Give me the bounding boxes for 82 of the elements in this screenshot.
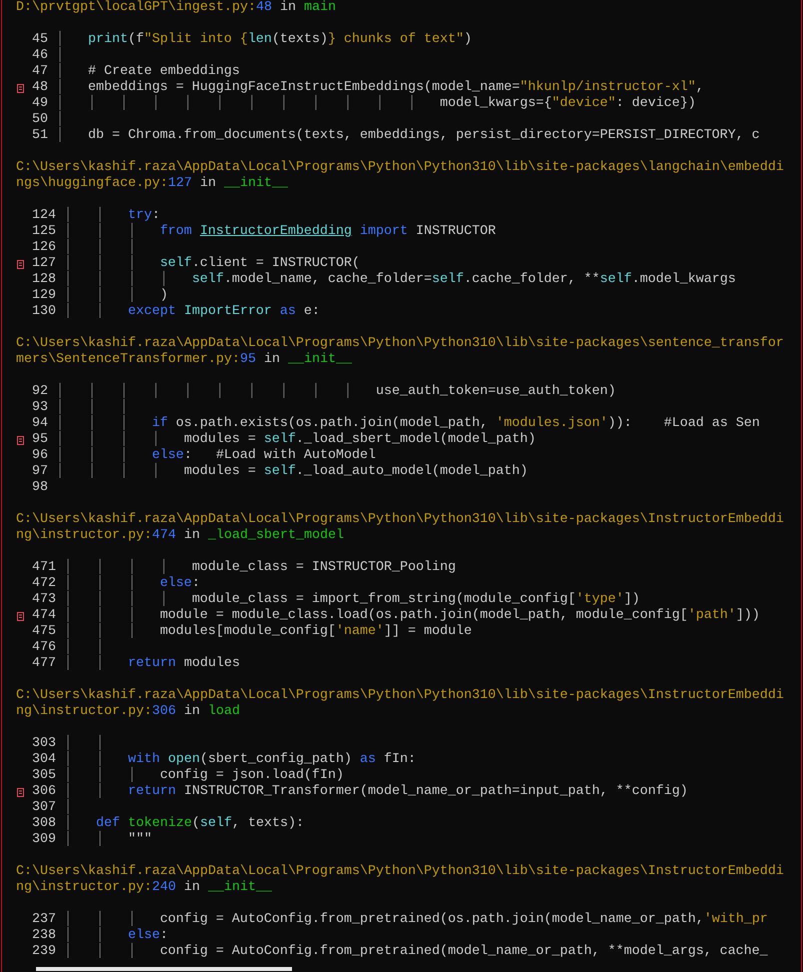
line-number: 124 <box>32 208 56 224</box>
code-text: │ │ │ <box>64 240 136 255</box>
line-number: 471 <box>32 560 56 576</box>
code-text: │ │ │ module = module_class.load(os.path.join(model_path, module_config['path'])) <box>64 608 760 623</box>
line-number: 476 <box>32 640 56 656</box>
line-number: 94 <box>32 416 48 432</box>
scrollbar-thumb[interactable] <box>36 967 292 971</box>
code-text: │ │ │ else: <box>64 576 200 591</box>
code-text: │ │ │ ) <box>64 288 168 303</box>
code-text: │ │ │ │ module_class = import_from_string(module_config['type']) <box>64 592 640 607</box>
code-text: │ │ """ <box>64 832 152 848</box>
line-number: 51 <box>32 128 48 144</box>
line-number: 93 <box>32 400 48 416</box>
line-number: 305 <box>32 768 56 784</box>
line-number: 97 <box>32 464 48 480</box>
code-text: │ │ except ImportError as e: <box>64 304 320 320</box>
line-number: 126 <box>32 240 56 256</box>
code-text: │ │ │ config = json.load(fIn) <box>64 768 344 783</box>
code-text: │ │ try: <box>64 208 160 223</box>
line-number: 309 <box>32 832 56 848</box>
line-number: 307 <box>32 800 56 816</box>
line-number: 306 <box>32 784 56 800</box>
frame-location: C:\Users\kashif.raza\AppData\Local\Programs\Python\Python310\lib\site-packages\InstructorEmbedding\instructor.py:474 in _load_sbert_model <box>16 512 784 544</box>
line-number: 127 <box>32 256 56 272</box>
code-text: │ │ │ config = AutoConfig.from_pretrained(os.path.join(model_name_or_path,'with_pr <box>64 912 768 927</box>
frame-location: C:\Users\kashif.raza\AppData\Local\Programs\Python\Python310\lib\site-packages\langchain\embeddings\huggingface.py:127 in __init__ <box>16 160 784 192</box>
code-text: │ │ with open(sbert_config_path) as fIn: <box>64 752 416 767</box>
line-number: 92 <box>32 384 48 400</box>
line-number: 474 <box>32 608 56 624</box>
frame-location: C:\Users\kashif.raza\AppData\Local\Programs\Python\Python310\lib\site-packages\sentence_transformers\SentenceTransformer.py:95 in __init__ <box>16 336 784 368</box>
code-text: │ │ │ <box>56 400 128 415</box>
code-text: │ │ │ │ modules = self._load_sbert_model(model_path) <box>56 432 536 447</box>
line-number: 472 <box>32 576 56 592</box>
line-number: 48 <box>32 80 48 96</box>
code-text: │ embeddings = HuggingFaceInstructEmbeddings(model_name="hkunlp/instructor-xl", <box>56 80 704 95</box>
line-number: 125 <box>32 224 56 240</box>
code-text: │ # Create embeddings <box>56 64 240 79</box>
line-number: 128 <box>32 272 56 288</box>
code-text: │ │ │ modules[module_config['name']] = module <box>64 624 472 639</box>
line-number: 49 <box>32 96 48 112</box>
line-number: 239 <box>32 944 56 960</box>
code-text: │ │ │ │ │ │ │ │ │ │ │ │ model_kwargs={"device": device}) <box>56 96 696 111</box>
line-number: 130 <box>32 304 56 320</box>
code-text: │ │ │ from InstructorEmbedding import INSTRUCTOR <box>64 224 496 239</box>
frame-location: C:\Users\kashif.raza\AppData\Local\Programs\Python\Python310\lib\site-packages\InstructorEmbedding\instructor.py:240 in __init__ <box>16 864 784 896</box>
code-text: │ │ return modules <box>64 656 240 672</box>
line-number: 238 <box>32 928 56 944</box>
frame-location: D:\prvtgpt\localGPT\ingest.py:48 in main <box>16 0 337 16</box>
code-text: │ print(f"Split into {len(texts)} chunks of text") <box>56 32 472 47</box>
code-text: │ │ │ │ │ │ │ │ │ │ use_auth_token=use_auth_token) <box>56 384 616 399</box>
line-number: 47 <box>32 64 48 80</box>
code-text: │ │ <box>64 736 104 751</box>
code-text: │ │ │ if os.path.exists(os.path.join(model_path, 'modules.json')): #Load as Sen <box>56 416 760 431</box>
line-number: 46 <box>32 48 48 64</box>
code-text: │ │ return INSTRUCTOR_Transformer(model_name_or_path=input_path, **config) <box>64 784 688 799</box>
line-number: 475 <box>32 624 56 640</box>
code-text: │ def tokenize(self, texts): <box>64 816 304 831</box>
code-text: │ │ │ │ self.model_name, cache_folder=self.cache_folder, **self.model_kwargs <box>64 272 736 287</box>
line-number: 98 <box>32 480 48 496</box>
line-number: 473 <box>32 592 56 608</box>
code-text: │ <box>64 800 72 815</box>
line-number: 45 <box>32 32 48 48</box>
code-text: │ │ │ else: #Load with AutoModel <box>56 448 376 463</box>
code-text: │ │ else: <box>64 928 168 943</box>
line-number: 308 <box>32 816 56 832</box>
line-number: 129 <box>32 288 56 304</box>
line-number: 303 <box>32 736 56 752</box>
code-text: │ <box>56 48 64 63</box>
line-number: 50 <box>32 112 48 128</box>
code-text: │ <box>56 112 64 127</box>
code-text: │ │ │ config = AutoConfig.from_pretrained(model_name_or_path, **model_args, cache_ <box>64 944 768 960</box>
code-text: │ │ <box>64 640 104 655</box>
code-text: │ db = Chroma.from_documents(texts, embeddings, persist_directory=PERSIST_DIRECTORY, c <box>56 128 760 144</box>
line-number: 304 <box>32 752 56 768</box>
code-text: │ │ │ │ module_class = INSTRUCTOR_Pooling <box>64 560 456 575</box>
line-number: 95 <box>32 432 48 448</box>
code-text: │ │ │ │ modules = self._load_auto_model(model_path) <box>56 464 528 480</box>
frame-location: C:\Users\kashif.raza\AppData\Local\Programs\Python\Python310\lib\site-packages\InstructorEmbedding\instructor.py:306 in load <box>16 688 784 720</box>
line-number: 237 <box>32 912 56 928</box>
code-text: │ │ │ self.client = INSTRUCTOR( <box>64 256 360 271</box>
line-number: 96 <box>32 448 48 464</box>
line-number: 477 <box>32 656 56 672</box>
